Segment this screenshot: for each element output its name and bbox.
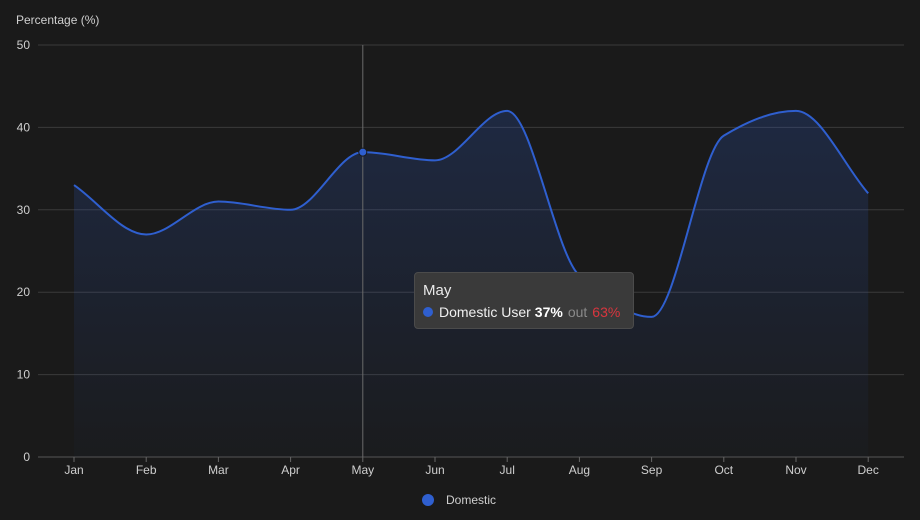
legend-label-domestic[interactable]: Domestic [446,493,496,507]
tooltip: May Domestic User 37% out 63% [414,272,634,329]
area-chart: Percentage (%) 0 10 20 30 40 50 Jan Feb Mar Apr Ma… [16,13,904,507]
y-tick-label: 30 [17,203,31,217]
y-tick-label: 20 [17,285,31,299]
tooltip-title: May [423,282,452,299]
x-tick-label: Oct [714,463,733,477]
y-tick-label: 40 [17,120,31,134]
tooltip-series-dot [423,307,433,317]
x-tick-label: Jun [425,463,444,477]
chart-area: Percentage (%) 0 10 20 30 40 50 Jan Feb Mar Apr Ma… [0,0,920,520]
x-tick-label: Apr [281,463,300,477]
x-tick-label: Nov [785,463,806,477]
legend-marker-domestic[interactable] [422,494,434,506]
x-tick-label: Mar [208,463,229,477]
tooltip-out-label: out [567,304,588,320]
x-tick-label: Feb [136,463,157,477]
y-tick-label: 10 [17,368,31,382]
x-tick-label: Dec [858,463,879,477]
x-tick-label: Aug [569,463,590,477]
x-tick-label: May [351,463,374,477]
data-point[interactable] [358,147,368,157]
y-tick-label: 0 [23,450,30,464]
y-tick-label: 50 [17,38,31,52]
tooltip-out-value: 63% [592,304,621,320]
tooltip-row: Domestic User 37% out 63% [423,303,625,321]
y-axis-title: Percentage (%) [16,13,99,27]
tooltip-series-label: Domestic User [439,304,531,320]
x-tick-label: Jul [500,463,515,477]
tooltip-value: 37% [534,304,563,320]
x-tick-label: Sep [641,463,663,477]
x-tick-label: Jan [64,463,83,477]
